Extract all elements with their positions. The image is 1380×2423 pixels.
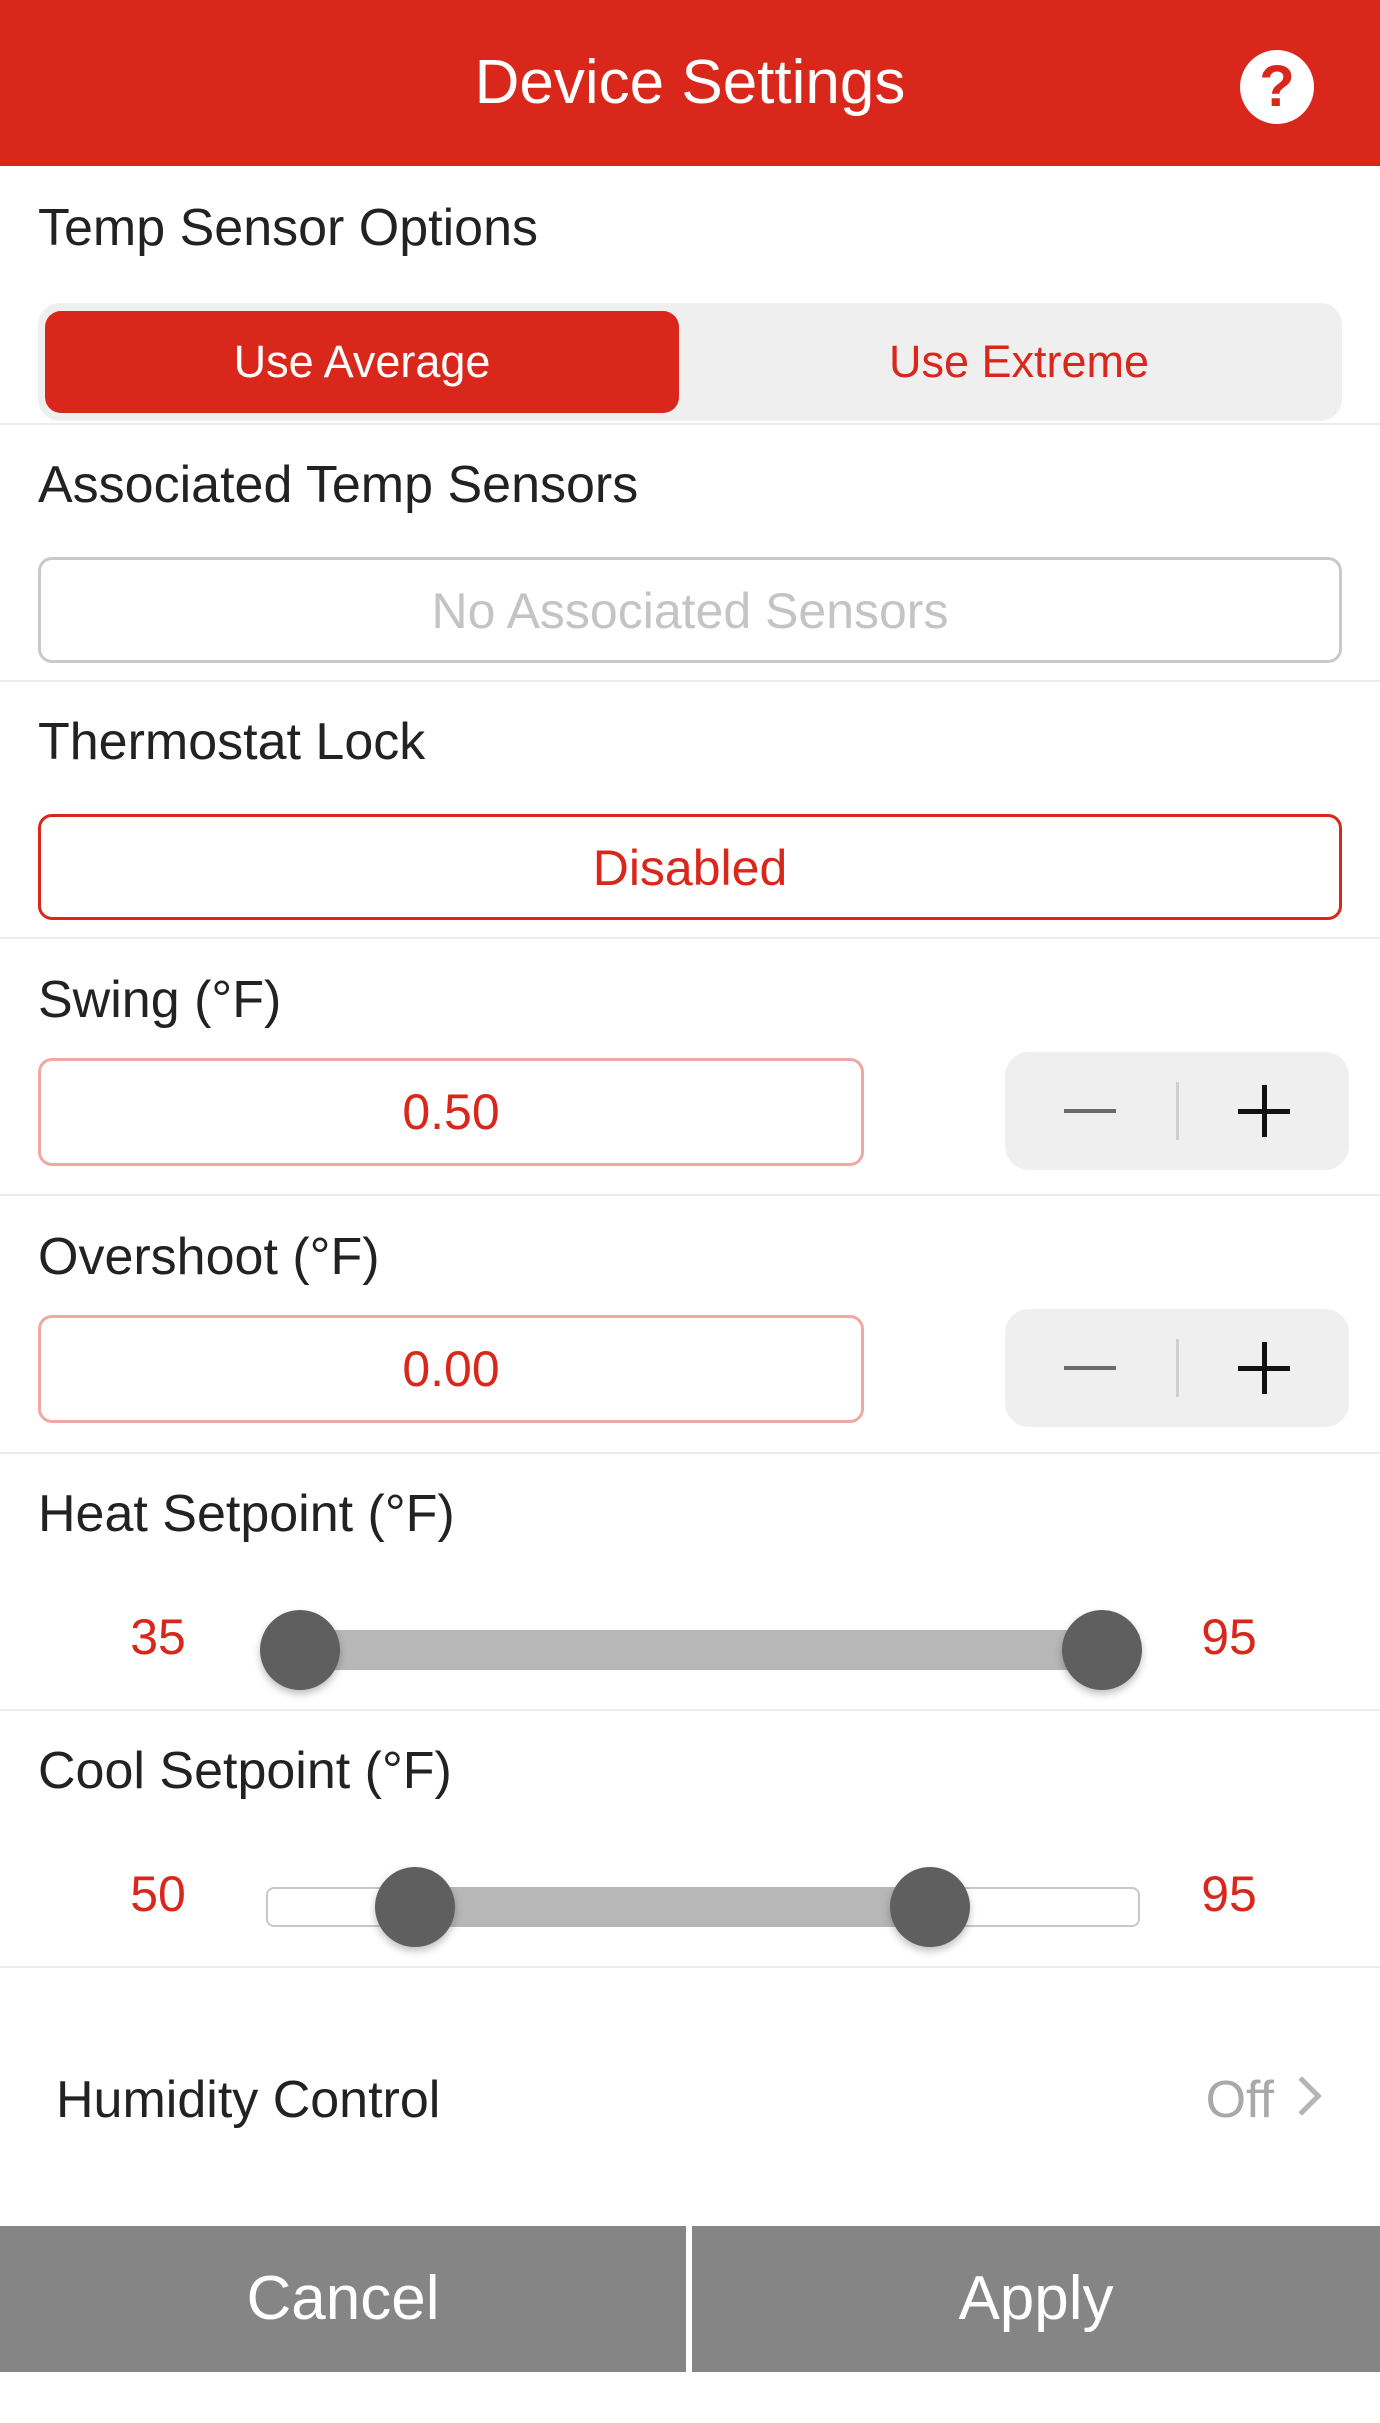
minus-icon: [1064, 1109, 1116, 1113]
temp-sensor-segmented-control: Use Average Use Extreme: [38, 303, 1342, 421]
temp-sensor-options-label: Temp Sensor Options: [38, 199, 539, 257]
thermostat-lock-label: Thermostat Lock: [38, 713, 426, 771]
swing-stepper: [1005, 1052, 1349, 1170]
associated-sensors-label: Associated Temp Sensors: [38, 456, 639, 514]
overshoot-decrement-button[interactable]: [1005, 1309, 1177, 1427]
heat-setpoint-low-thumb[interactable]: [260, 1610, 340, 1690]
use-average-option[interactable]: Use Average: [45, 311, 679, 413]
section-divider: [0, 937, 1380, 939]
cool-setpoint-range-fill: [414, 1887, 931, 1927]
section-divider: [0, 1452, 1380, 1454]
cool-setpoint-label: Cool Setpoint (°F): [38, 1742, 452, 1800]
header-bar: Device Settings ?: [0, 0, 1380, 166]
swing-increment-button[interactable]: [1177, 1052, 1349, 1170]
overshoot-increment-button[interactable]: [1177, 1309, 1349, 1427]
cool-setpoint-max-value: 95: [1201, 1866, 1257, 1922]
thermostat-lock-button[interactable]: Disabled: [38, 814, 1342, 920]
swing-decrement-button[interactable]: [1005, 1052, 1177, 1170]
section-divider: [0, 1966, 1380, 1968]
heat-setpoint-min-value: 35: [130, 1609, 186, 1665]
cancel-button[interactable]: Cancel: [0, 2226, 686, 2372]
section-divider: [0, 1709, 1380, 1711]
humidity-control-label: Humidity Control: [56, 2071, 441, 2129]
plus-icon: [1262, 1085, 1267, 1137]
associated-sensors-field[interactable]: No Associated Sensors: [38, 557, 1342, 663]
overshoot-value-field[interactable]: 0.00: [38, 1315, 864, 1423]
humidity-control-value: Off: [1205, 2071, 1274, 2129]
cool-setpoint-low-thumb[interactable]: [374, 1867, 455, 1947]
cool-setpoint-high-thumb[interactable]: [890, 1867, 971, 1947]
apply-button[interactable]: Apply: [692, 2226, 1380, 2372]
overshoot-label: Overshoot (°F): [38, 1228, 380, 1286]
swing-value-field[interactable]: 0.50: [38, 1058, 864, 1166]
swing-label: Swing (°F): [38, 971, 282, 1029]
heat-setpoint-track[interactable]: [266, 1630, 1140, 1670]
section-divider: [0, 423, 1380, 425]
cool-setpoint-min-value: 50: [130, 1866, 186, 1922]
help-icon[interactable]: ?: [1240, 50, 1314, 124]
humidity-control-row[interactable]: Humidity Control Off: [0, 2030, 1380, 2170]
section-divider: [0, 1194, 1380, 1196]
plus-icon: [1262, 1342, 1267, 1394]
heat-setpoint-high-thumb[interactable]: [1062, 1610, 1142, 1690]
minus-icon: [1064, 1366, 1116, 1370]
use-extreme-option[interactable]: Use Extreme: [704, 311, 1334, 413]
overshoot-stepper: [1005, 1309, 1349, 1427]
heat-setpoint-max-value: 95: [1201, 1609, 1257, 1665]
chevron-right-icon: [1282, 2076, 1322, 2116]
page-title: Device Settings: [474, 48, 906, 117]
heat-setpoint-label: Heat Setpoint (°F): [38, 1485, 455, 1543]
section-divider: [0, 680, 1380, 682]
